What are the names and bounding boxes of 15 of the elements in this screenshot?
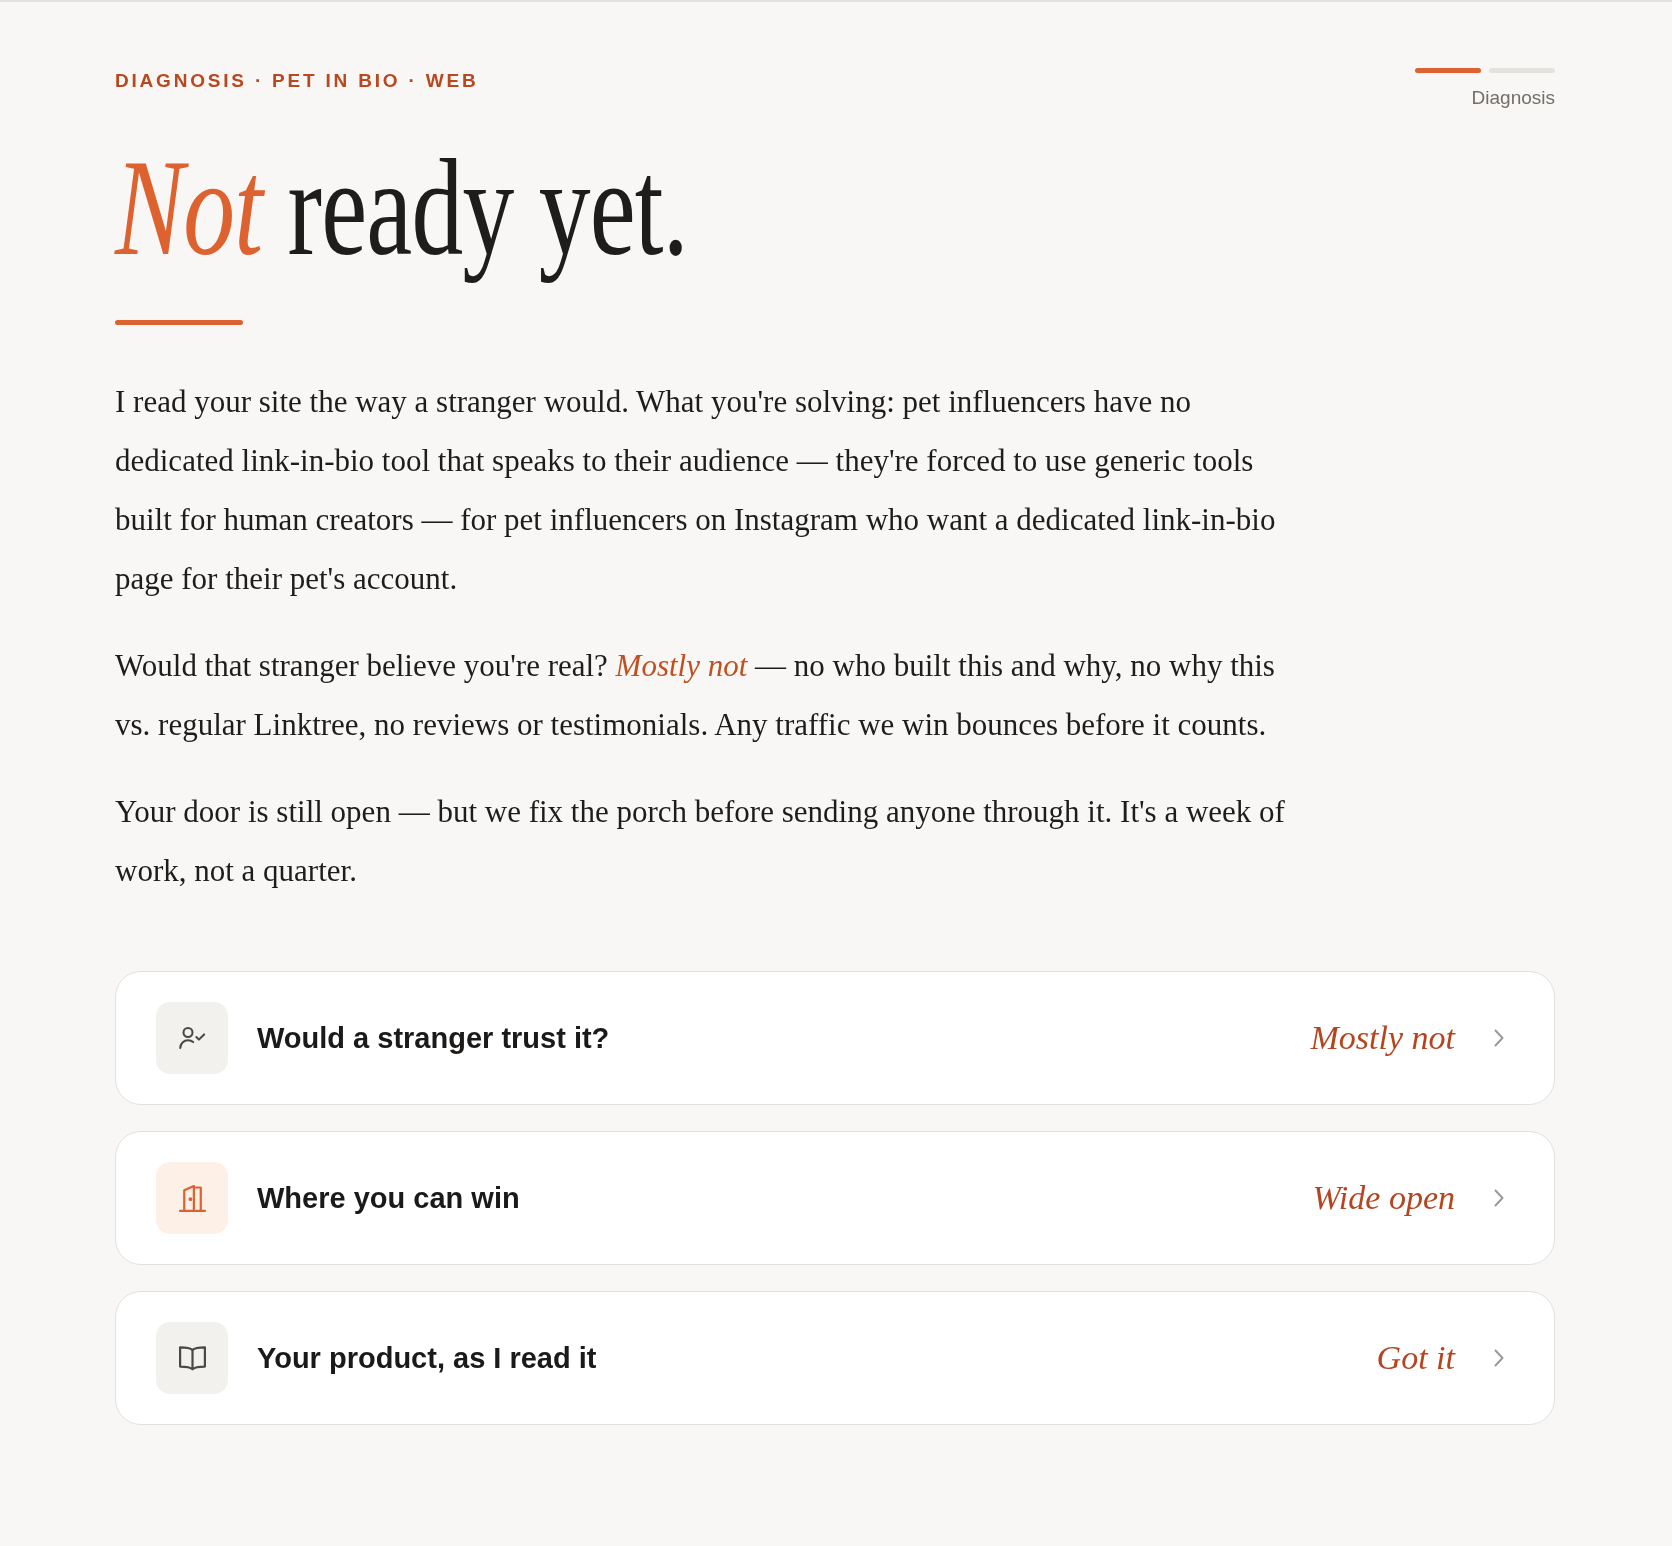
book-icon [156, 1322, 228, 1394]
chevron-right-icon [1494, 1349, 1504, 1367]
body-paragraph: I read your site the way a stranger would. What you're solving: pet influencers have no dedicated link-in-bio tool that speaks to their audience — they're forced to use generic tools built for human creators — for pet influencers on Instagram who want a dedicated link-in-bio page for their pet's account. [115, 383, 1277, 598]
person-check-icon [156, 1002, 228, 1074]
body-paragraph: Your door is still open — but we fix the porch before sending anyone through it. It's a week of work, not a quarter. [115, 793, 1286, 890]
chevron-right-icon [1494, 1029, 1504, 1047]
headline: Not ready yet. [113, 130, 689, 286]
body-paragraph: Would that stranger believe you're real? Mostly not — no who built this and why, no why this vs. regular Linktree, no reviews or testimonials. Any traffic we win bounces before it counts. [115, 647, 1276, 744]
step-label: Diagnosis [1471, 87, 1555, 109]
eyebrow-label: DIAGNOSIS · PET IN BIO · WEB [115, 70, 479, 92]
section-card[interactable]: Where you can win Wide open [115, 1131, 1555, 1265]
section-card[interactable]: Would a stranger trust it? Mostly not [115, 971, 1555, 1105]
section-card[interactable]: Your product, as I read it Got it [115, 1291, 1555, 1425]
door-icon [156, 1162, 228, 1234]
chevron-right-icon [1494, 1189, 1504, 1207]
